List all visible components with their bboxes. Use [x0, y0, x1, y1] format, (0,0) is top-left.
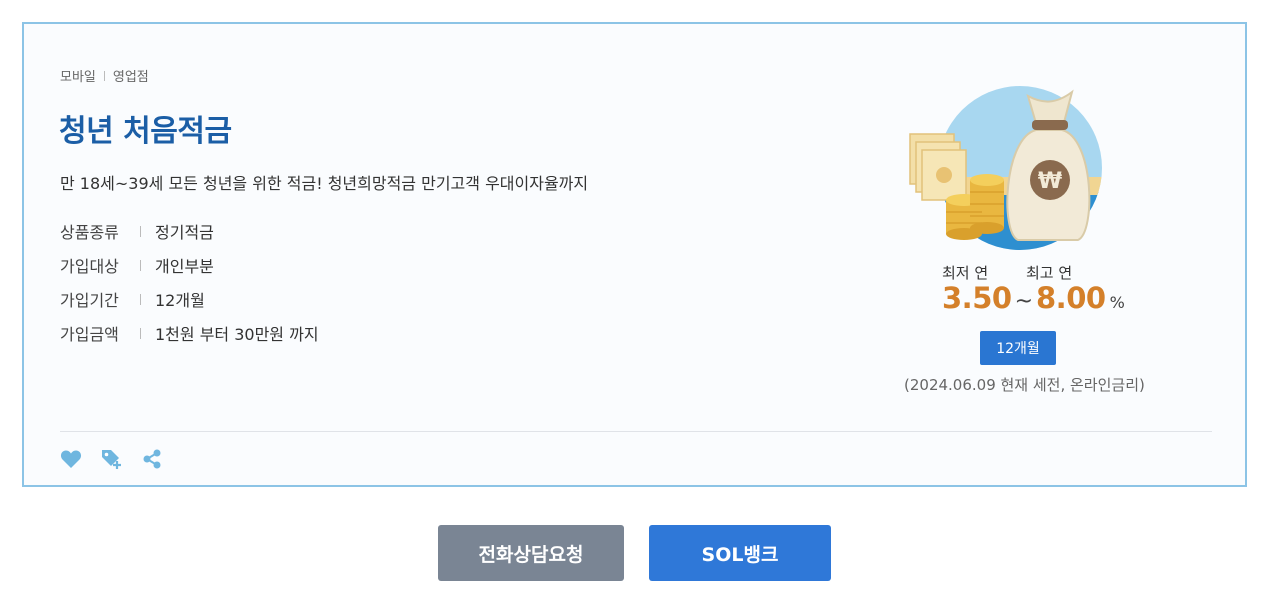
info-key: 상품종류 — [60, 223, 119, 242]
info-row-amount: 가입금액 1천원 부터 30만원 까지 — [60, 316, 319, 350]
info-row-target: 가입대상 개인부분 — [60, 248, 319, 282]
share-icon[interactable] — [142, 449, 162, 469]
product-title[interactable]: 청년 처음적금 — [59, 106, 232, 150]
min-rate-value: 3.50 — [942, 281, 1012, 315]
info-separator — [140, 225, 141, 237]
info-key: 가입금액 — [60, 325, 119, 344]
min-rate-label: 최저 연 — [942, 264, 989, 282]
info-separator — [140, 293, 141, 305]
svg-text:₩: ₩ — [1038, 169, 1062, 194]
max-rate-value: 8.00 — [1036, 281, 1106, 315]
info-row-period: 가입기간 12개월 — [60, 282, 319, 316]
product-card: 모바일 영업점 청년 처음적금 만 18세~39세 모든 청년을 위한 적금! … — [22, 22, 1247, 487]
sol-bank-button[interactable]: SOL뱅크 — [649, 525, 831, 581]
info-key: 가입대상 — [60, 257, 119, 276]
rate-note: (2024.06.09 현재 세전, 온라인금리) — [904, 376, 1145, 394]
channel-separator — [103, 70, 105, 81]
rate-unit: % — [1109, 293, 1125, 312]
info-key: 가입기간 — [60, 291, 119, 310]
info-value: 정기적금 — [155, 223, 214, 242]
phone-consult-button[interactable]: 전화상담요청 — [438, 525, 624, 581]
info-value: 1천원 부터 30만원 까지 — [155, 325, 319, 344]
rate-tilde: ~ — [1014, 289, 1033, 314]
info-separator — [140, 327, 141, 339]
max-rate-label: 최고 연 — [1026, 264, 1073, 282]
product-info-list: 상품종류 정기적금 가입대상 개인부분 가입기간 12개월 가입금액 1천원 부… — [60, 214, 319, 350]
product-description: 만 18세~39세 모든 청년을 위한 적금! 청년희망적금 만기고객 우대이자… — [60, 174, 589, 193]
channel-branch: 영업점 — [112, 70, 149, 85]
info-row-type: 상품종류 정기적금 — [60, 214, 319, 248]
card-divider — [60, 431, 1212, 432]
interest-rate-block: 최저 연 최고 연 3.50 ~ 8.00 % — [942, 262, 1142, 315]
info-value: 개인부분 — [155, 257, 214, 276]
heart-icon[interactable] — [60, 449, 82, 469]
channel-list: 모바일 영업점 — [60, 66, 149, 85]
card-actions — [60, 448, 162, 470]
tag-add-icon[interactable] — [100, 448, 124, 470]
info-separator — [140, 259, 141, 271]
info-value: 12개월 — [155, 291, 205, 310]
savings-illustration: ₩ — [908, 82, 1108, 252]
channel-mobile: 모바일 — [60, 70, 96, 85]
term-badge: 12개월 — [980, 331, 1056, 365]
